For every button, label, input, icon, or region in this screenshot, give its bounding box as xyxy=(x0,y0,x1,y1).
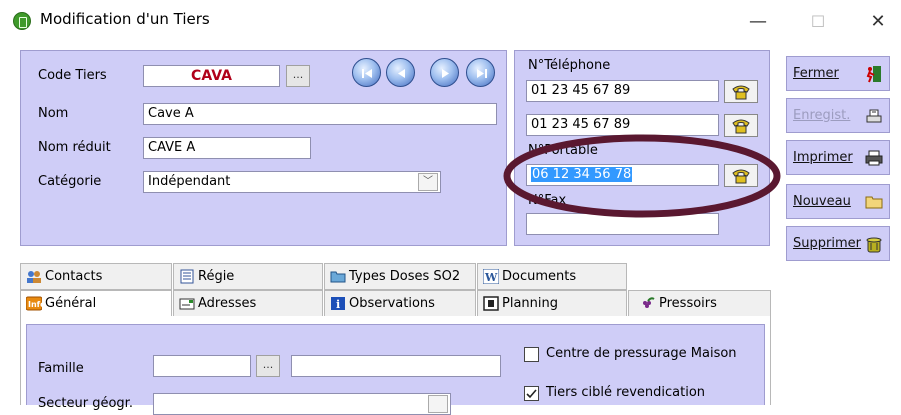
centre-pressurage-checkbox[interactable] xyxy=(524,347,539,362)
famille-name-field[interactable] xyxy=(291,355,501,377)
save-icon xyxy=(866,109,882,123)
previous-record-button[interactable] xyxy=(386,58,415,87)
trash-icon xyxy=(866,237,882,253)
tab-pressoirs-label: Pressoirs xyxy=(659,296,717,311)
nouveau-label: Nouveau xyxy=(793,194,851,209)
svg-text:W: W xyxy=(484,271,498,284)
famille-code-field[interactable] xyxy=(153,355,251,377)
first-record-button[interactable] xyxy=(352,58,381,87)
window-title: Modification d'un Tiers xyxy=(40,10,210,28)
secteur-dropdown-button[interactable] xyxy=(428,395,448,413)
folder-icon xyxy=(330,271,346,283)
calendar-icon xyxy=(483,296,499,311)
app-icon xyxy=(13,12,31,30)
enregistrer-button[interactable]: Enregist. xyxy=(786,98,890,133)
nom-field[interactable]: Cave A xyxy=(143,103,497,125)
dial-telephone-1-button[interactable] xyxy=(724,80,758,103)
fermer-button[interactable]: Fermer xyxy=(786,56,890,91)
tab-general[interactable]: Info Général xyxy=(20,290,172,317)
contacts-icon xyxy=(27,271,41,283)
categorie-value: Indépendant xyxy=(148,174,231,189)
tab-contacts-label: Contacts xyxy=(45,269,103,284)
close-button[interactable]: ✕ xyxy=(855,0,901,44)
supprimer-button[interactable]: Supprimer xyxy=(786,226,890,261)
supprimer-label: Supprimer xyxy=(793,236,861,251)
famille-browse-button[interactable]: ... xyxy=(256,355,280,377)
centre-pressurage-label: Centre de pressurage Maison xyxy=(546,346,737,361)
famille-label: Famille xyxy=(38,361,84,376)
exit-door-icon xyxy=(866,66,881,83)
nom-reduit-label: Nom réduit xyxy=(38,140,111,155)
imprimer-label: Imprimer xyxy=(793,150,853,165)
tab-planning-label: Planning xyxy=(502,296,558,311)
previous-icon xyxy=(398,69,405,78)
imprimer-button[interactable]: Imprimer xyxy=(786,140,890,175)
next-record-button[interactable] xyxy=(430,58,459,87)
categorie-select[interactable]: Indépendant ﹀ xyxy=(143,171,441,193)
tab-types-doses-so2[interactable]: Types Doses SO2 xyxy=(324,263,476,290)
tab-regie[interactable]: Régie xyxy=(173,263,323,290)
nouveau-button[interactable]: Nouveau xyxy=(786,184,890,219)
secteur-select[interactable] xyxy=(153,393,451,415)
last-record-button[interactable] xyxy=(466,58,495,87)
categorie-label: Catégorie xyxy=(38,174,102,189)
tab-pressoirs[interactable]: Pressoirs xyxy=(628,290,771,317)
tab-regie-label: Régie xyxy=(198,269,235,284)
checkmark-icon xyxy=(526,389,537,399)
address-card-icon xyxy=(179,298,195,310)
fermer-label: Fermer xyxy=(793,66,839,81)
tab-documents-label: Documents xyxy=(502,269,577,284)
info-icon: i xyxy=(331,297,345,311)
svg-text:Info: Info xyxy=(28,300,42,309)
tab-documents[interactable]: W Documents xyxy=(477,263,627,290)
telephone-label: N°Téléphone xyxy=(528,58,611,73)
nom-label: Nom xyxy=(38,106,69,121)
nom-reduit-field[interactable]: CAVE A xyxy=(143,137,311,159)
tab-observations[interactable]: i Observations xyxy=(324,290,476,317)
phone-icon xyxy=(732,85,750,100)
telephone-field-1[interactable]: 01 23 45 67 89 xyxy=(526,80,719,102)
minimize-button[interactable]: — xyxy=(735,0,781,44)
code-browse-button[interactable]: ... xyxy=(286,65,310,87)
secteur-label: Secteur géogr. xyxy=(38,396,133,411)
tab-planning[interactable]: Planning xyxy=(477,290,627,317)
annotation-ellipse xyxy=(503,134,781,218)
chevron-down-icon[interactable]: ﹀ xyxy=(418,173,438,191)
next-icon xyxy=(442,69,449,78)
code-tiers-field[interactable]: CAVA xyxy=(143,65,280,87)
tab-general-label: Général xyxy=(45,296,97,311)
enregistrer-label: Enregist. xyxy=(793,108,851,123)
tab-adresses-label: Adresses xyxy=(198,296,257,311)
title-bar: Modification d'un Tiers — ☐ ✕ xyxy=(0,0,901,44)
tab-contacts[interactable]: Contacts xyxy=(20,263,172,290)
tab-observations-label: Observations xyxy=(349,296,435,311)
last-icon xyxy=(477,69,487,78)
tab-types-doses-label: Types Doses SO2 xyxy=(349,269,461,284)
maximize-button[interactable]: ☐ xyxy=(795,0,841,44)
tiers-cible-checkbox[interactable] xyxy=(524,386,539,401)
new-folder-icon xyxy=(865,196,883,209)
code-tiers-label: Code Tiers xyxy=(38,68,107,83)
svg-text:i: i xyxy=(336,298,340,311)
grapes-icon xyxy=(643,297,655,308)
printer-icon xyxy=(865,150,883,166)
tiers-cible-label: Tiers ciblé revendication xyxy=(546,385,706,400)
tab-adresses[interactable]: Adresses xyxy=(173,290,323,317)
first-icon xyxy=(362,69,372,78)
word-document-icon: W xyxy=(483,269,499,284)
info-badge-icon: Info xyxy=(26,296,42,311)
ledger-icon xyxy=(180,269,194,284)
